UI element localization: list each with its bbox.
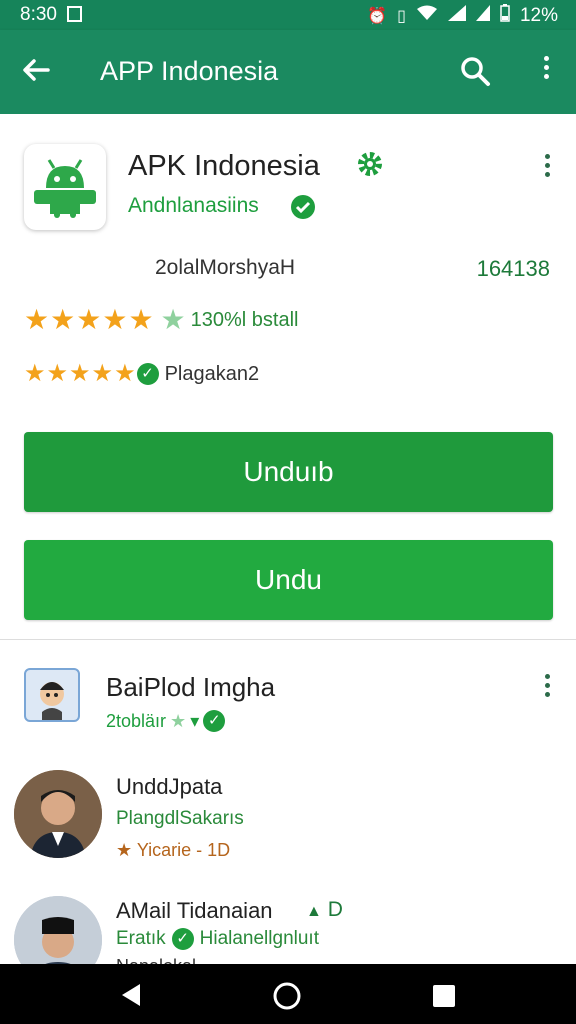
download-secondary-button[interactable]: Undu [24, 540, 553, 620]
wifi-icon [416, 5, 438, 26]
more-vert-icon[interactable] [536, 56, 556, 88]
signal-icon [475, 5, 490, 26]
rating-row-secondary: ★ ★ ★ ★ ★ ✓ Plagakan2 [24, 362, 259, 386]
item-description-extra: Hialanellgnluıt [199, 928, 319, 949]
rating-secondary-text: Plagakan2 [164, 362, 260, 385]
status-time: 8:30 [20, 4, 57, 25]
star-icon: ★ [69, 360, 91, 387]
status-bar: 8:30 ⏰ ▯ 12% [0, 0, 576, 30]
item-badge-text: D [327, 898, 343, 921]
dropdown-icon: ▾ [190, 710, 200, 731]
check-icon: ✓ [136, 363, 159, 385]
section-subtitle-text: 2tobläır [106, 710, 167, 731]
app-card: APK Indonesia Andnlanasiins 2olalMorshya… [0, 114, 576, 640]
gear-icon [356, 150, 384, 178]
notification-icon [67, 6, 82, 22]
page-title: APP Indonesia [100, 56, 279, 86]
lock-icon: ▲ [306, 903, 322, 920]
item-meta: ★ Yicarie - 1D [116, 840, 230, 861]
search-icon[interactable] [458, 54, 492, 88]
star-icon: ★ [24, 360, 46, 387]
app-bar: APP Indonesia [0, 30, 576, 114]
section-title: BaiPlod Imgha [106, 672, 276, 702]
avatar[interactable] [14, 770, 102, 858]
star-icon: ★ [114, 360, 136, 387]
app-icon[interactable] [24, 144, 106, 230]
star-icon: ★ [91, 360, 114, 387]
nav-home-icon[interactable] [272, 981, 302, 1016]
check-icon: ✓ [171, 928, 194, 950]
section-subtitle: 2tobläır ★ ▾ ✓ [106, 710, 226, 732]
nav-back-icon[interactable] [118, 982, 144, 1013]
developer-name[interactable]: Andnlanasiins [128, 194, 259, 218]
app-meta-count: 164138 [476, 256, 550, 281]
item-meta-text: Yicarie - 1D [136, 840, 231, 860]
system-nav-bar [0, 964, 576, 1024]
item-badge: ▲ D [306, 898, 343, 922]
item-description: PlangdlSakarıs [116, 808, 244, 829]
star-icon: ★ [46, 360, 69, 387]
item-name[interactable]: AMail Tidanaian [116, 898, 273, 924]
back-arrow-icon[interactable] [18, 52, 54, 88]
app-name: APK Indonesia [128, 150, 320, 182]
download-button[interactable]: Unduıb [24, 432, 553, 512]
rating-row: ★ ★ ★ ★ ★ ★ 130%l bstall [24, 306, 299, 334]
verified-check-icon [290, 194, 316, 220]
section-avatar-icon [24, 668, 80, 722]
item-description: Eratık ✓ Hialanellgnluıt [116, 928, 319, 950]
star-icon: ★ [116, 840, 133, 860]
signal-icon [447, 5, 466, 26]
item-description-text: Eratık [116, 928, 166, 949]
status-icons: ⏰ ▯ 12% [367, 4, 558, 27]
app-meta-info: 2olalMorshyaH [155, 256, 296, 279]
section-more-icon[interactable] [540, 674, 554, 700]
rating-text: 130%l bstall [190, 308, 299, 331]
vibrate-icon: ▯ [397, 7, 406, 25]
item-meta: Nanalokal [116, 956, 196, 964]
star-icon: ★ [102, 304, 128, 335]
app-more-icon[interactable] [540, 154, 554, 180]
star-icon: ★ [76, 304, 102, 335]
battery-percent: 12% [519, 4, 558, 26]
item-name[interactable]: UnddJpata [116, 774, 222, 800]
alarm-icon: ⏰ [367, 7, 388, 25]
related-section: BaiPlod Imgha 2tobläır ★ ▾ ✓ UnddJpata P… [0, 642, 576, 984]
battery-icon [500, 4, 510, 27]
star-icon: ★ [128, 304, 154, 335]
star-icon: ★ [24, 304, 50, 335]
check-icon: ✓ [203, 710, 226, 732]
star-outline-icon: ★ [160, 304, 186, 335]
star-icon: ★ [170, 710, 187, 731]
nav-recents-icon[interactable] [432, 984, 456, 1013]
star-icon: ★ [50, 304, 76, 335]
